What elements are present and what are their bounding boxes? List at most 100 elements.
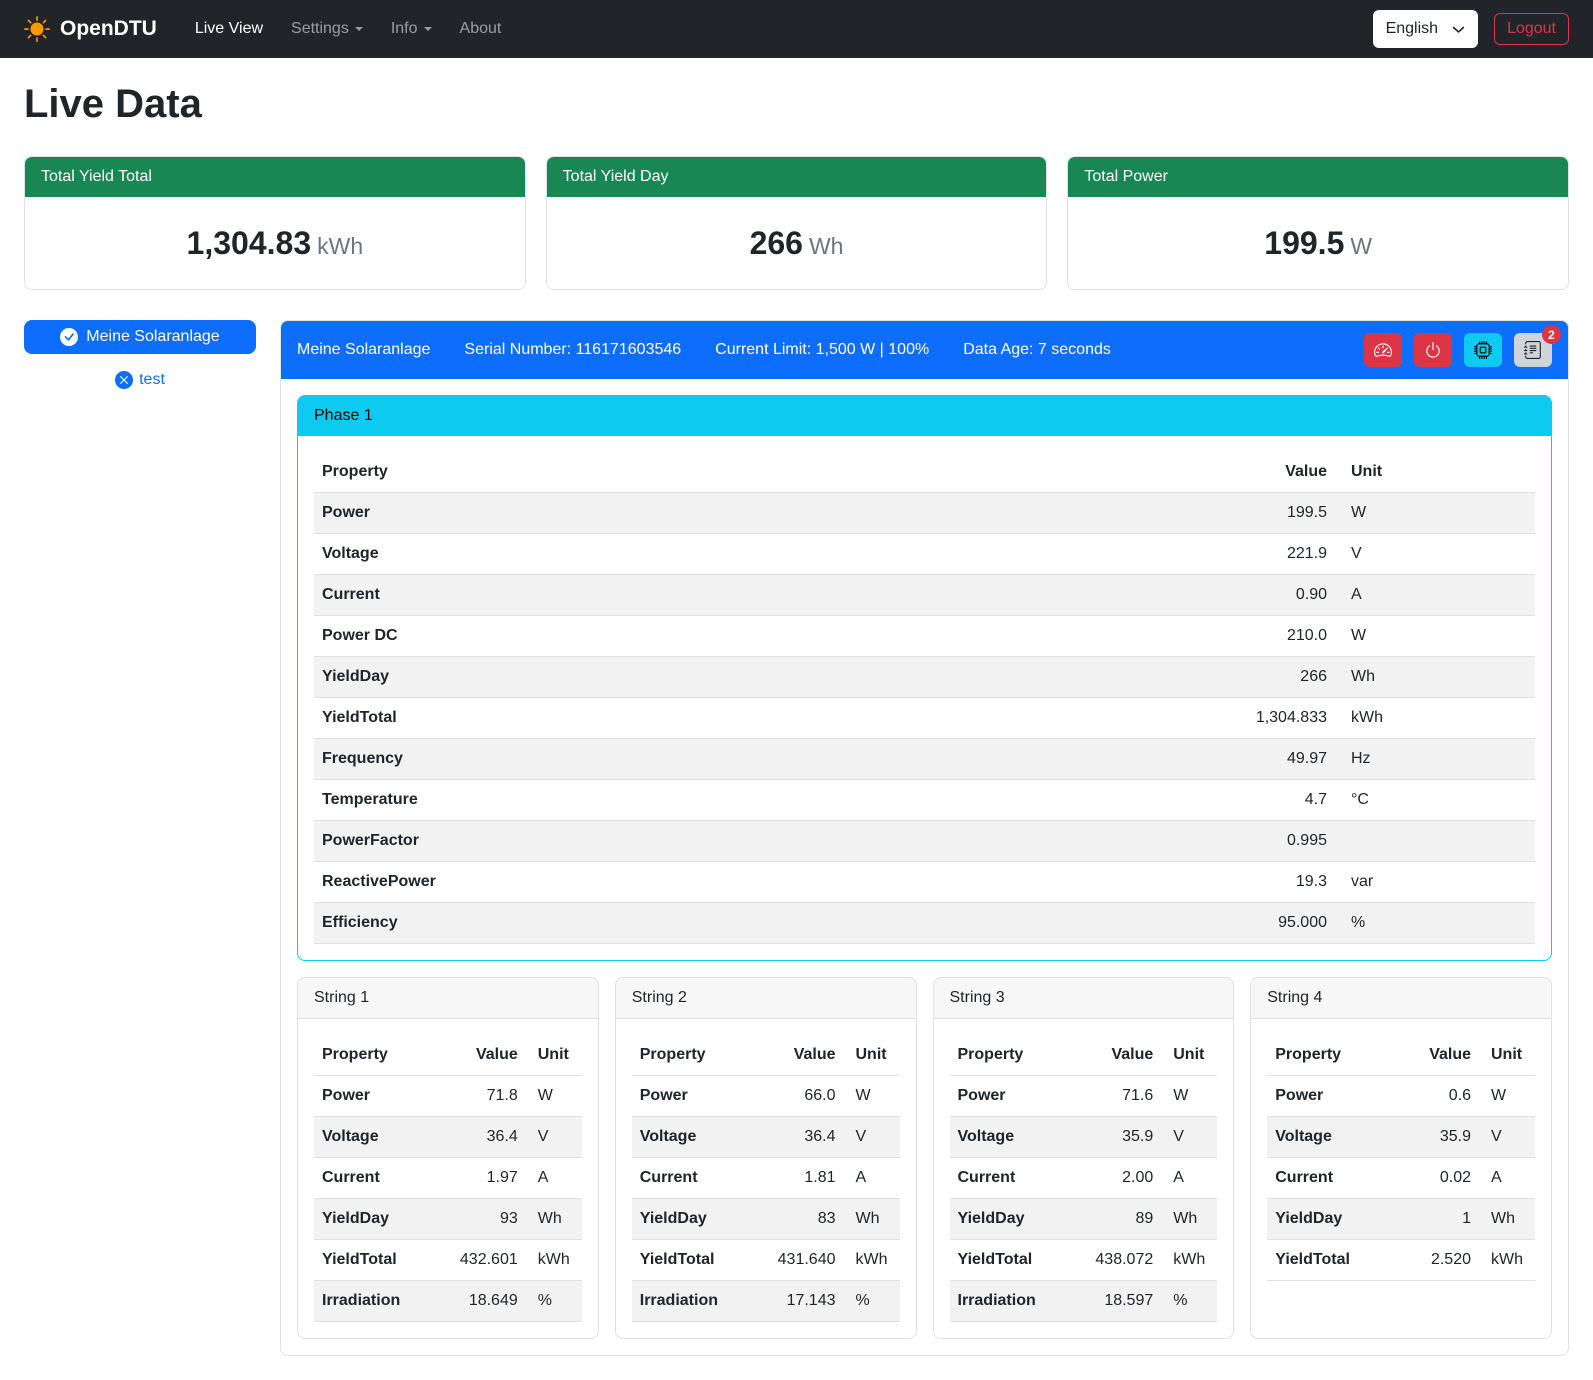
property-cell: Efficiency [314, 903, 925, 944]
property-cell: Power [314, 1076, 433, 1117]
unit-cell: W [1335, 616, 1535, 657]
nav-settings-label: Settings [291, 17, 349, 41]
card-unit: W [1350, 233, 1372, 259]
unit-cell: V [844, 1117, 900, 1158]
unit-cell: V [526, 1117, 582, 1158]
card-total-yield-total: Total Yield Total 1,304.83kWh [24, 156, 526, 290]
table-row: Power66.0W [632, 1076, 900, 1117]
phase-title: Phase 1 [298, 396, 1551, 436]
table-row: Frequency49.97Hz [314, 739, 1535, 780]
unit-cell: Wh [1479, 1199, 1535, 1240]
unit-cell: A [526, 1158, 582, 1199]
table-row: Power199.5W [314, 493, 1535, 534]
event-count-badge: 2 [1542, 325, 1561, 344]
nav-right: English Logout [1373, 10, 1569, 48]
table-row: Current0.02A [1267, 1158, 1535, 1199]
limit-settings-button[interactable] [1364, 333, 1402, 367]
unit-cell: W [1479, 1076, 1535, 1117]
string-body: Property Value Unit Power66.0W Voltage36… [616, 1019, 916, 1338]
card-header: Total Yield Total [25, 157, 525, 197]
col-value: Value [1397, 1035, 1479, 1076]
speedometer-icon [1374, 341, 1392, 359]
value-cell: 89 [1068, 1199, 1161, 1240]
event-log-button[interactable]: 2 [1514, 333, 1552, 367]
table-header-row: Property Value Unit [314, 452, 1535, 493]
property-cell: Voltage [314, 534, 925, 575]
unit-cell: °C [1335, 780, 1535, 821]
inverter-select-button[interactable]: Meine Solaranlage [24, 320, 256, 354]
table-row: Voltage36.4V [314, 1117, 582, 1158]
power-settings-button[interactable] [1414, 333, 1452, 367]
value-cell: 83 [750, 1199, 843, 1240]
unit-cell: kWh [1161, 1240, 1217, 1281]
table-row: Current1.81A [632, 1158, 900, 1199]
table-row: Efficiency95.000% [314, 903, 1535, 944]
nav-settings[interactable]: Settings [279, 9, 375, 49]
string-table: Property Value Unit Power71.8W Voltage36… [314, 1035, 582, 1322]
value-cell: 35.9 [1397, 1117, 1479, 1158]
unit-cell [1335, 821, 1535, 862]
brand-label: OpenDTU [60, 13, 157, 45]
property-cell: Voltage [314, 1117, 433, 1158]
language-select[interactable]: English [1373, 10, 1478, 48]
property-cell: Power [632, 1076, 751, 1117]
value-cell: 2.00 [1068, 1158, 1161, 1199]
property-cell: YieldDay [950, 1199, 1069, 1240]
inverter-item-test[interactable]: test [24, 368, 256, 392]
table-row: Power71.8W [314, 1076, 582, 1117]
property-cell: YieldTotal [632, 1240, 751, 1281]
value-cell: 0.995 [925, 821, 1335, 862]
table-row: Voltage36.4V [632, 1117, 900, 1158]
card-body: 1,304.83kWh [25, 197, 525, 289]
unit-cell: % [1335, 903, 1535, 944]
value-cell: 438.072 [1068, 1240, 1161, 1281]
string-3-card: String 3 Property Value Unit [933, 977, 1235, 1339]
property-cell: Current [1267, 1158, 1396, 1199]
brand[interactable]: OpenDTU [24, 13, 157, 45]
string-title: String 2 [616, 978, 916, 1019]
property-cell: YieldDay [632, 1199, 751, 1240]
logout-button[interactable]: Logout [1494, 13, 1569, 45]
nav-live-view[interactable]: Live View [183, 9, 275, 49]
unit-cell: V [1479, 1117, 1535, 1158]
property-cell: Current [314, 575, 925, 616]
table-header-row: Property Value Unit [314, 1035, 582, 1076]
card-header: Total Power [1068, 157, 1568, 197]
table-row: Irradiation18.597% [950, 1281, 1218, 1322]
value-cell: 95.000 [925, 903, 1335, 944]
unit-cell: Wh [1335, 657, 1535, 698]
inverter-actions: 2 [1364, 333, 1552, 367]
card-total-yield-day: Total Yield Day 266Wh [546, 156, 1048, 290]
unit-cell: Wh [844, 1199, 900, 1240]
value-cell: 49.97 [925, 739, 1335, 780]
unit-cell: A [1479, 1158, 1535, 1199]
table-row: PowerFactor0.995 [314, 821, 1535, 862]
property-cell: Irradiation [314, 1281, 433, 1322]
value-cell: 93 [433, 1199, 526, 1240]
unit-cell: V [1335, 534, 1535, 575]
card-unit: kWh [317, 233, 363, 259]
value-cell: 432.601 [433, 1240, 526, 1281]
nav-info[interactable]: Info [379, 9, 444, 49]
inverter-body: Phase 1 Property Value Unit [281, 379, 1568, 1355]
value-cell: 221.9 [925, 534, 1335, 575]
property-cell: Current [632, 1158, 751, 1199]
nav-about[interactable]: About [448, 9, 514, 49]
inverter-select-label: Meine Solaranlage [86, 328, 219, 346]
string-4-card: String 4 Property Value Unit [1250, 977, 1552, 1339]
nav-info-label: Info [391, 17, 418, 41]
inverter-info-button[interactable] [1464, 333, 1502, 367]
col-property: Property [1267, 1035, 1396, 1076]
col-unit: Unit [1479, 1035, 1535, 1076]
value-cell: 199.5 [925, 493, 1335, 534]
unit-cell: kWh [1335, 698, 1535, 739]
value-cell: 431.640 [750, 1240, 843, 1281]
col-value: Value [925, 452, 1335, 493]
card-value: 199.5 [1264, 225, 1344, 261]
unit-cell: kWh [526, 1240, 582, 1281]
string-table: Property Value Unit Power71.6W Voltage35… [950, 1035, 1218, 1322]
property-cell: Voltage [632, 1117, 751, 1158]
table-row: Voltage35.9V [950, 1117, 1218, 1158]
value-cell: 1.97 [433, 1158, 526, 1199]
inverter-header: Meine Solaranlage Serial Number: 1161716… [281, 321, 1568, 379]
